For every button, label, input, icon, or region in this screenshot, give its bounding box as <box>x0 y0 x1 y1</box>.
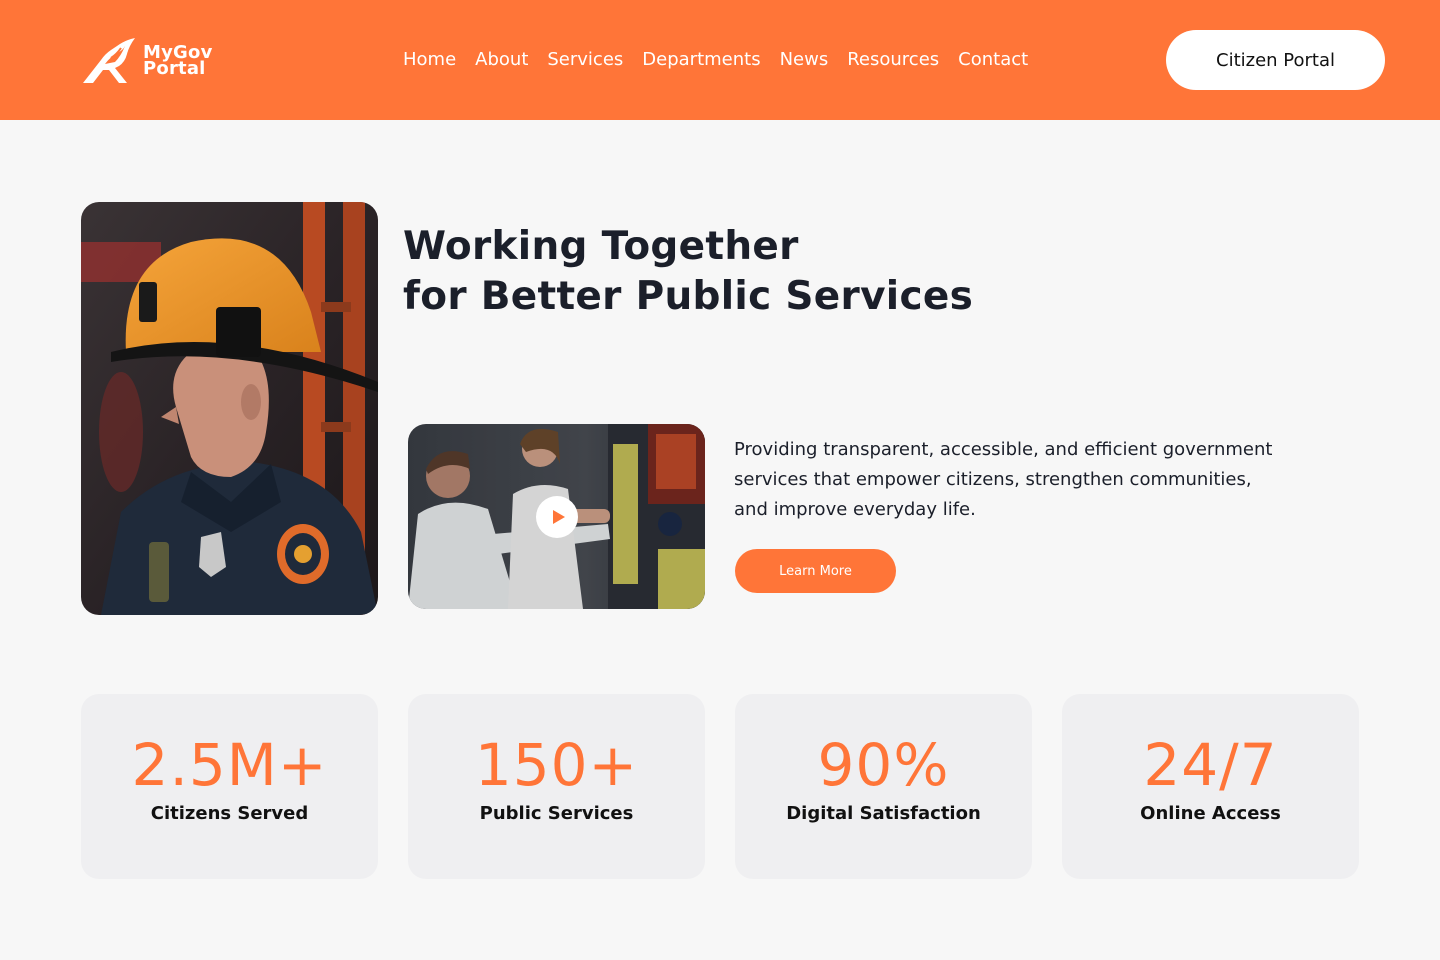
firefighter-illustration <box>81 202 378 615</box>
brand-name: MyGov Portal <box>143 44 213 79</box>
intro-video-card[interactable] <box>408 424 705 609</box>
stat-value: 24/7 <box>1143 731 1278 799</box>
stat-label: Public Services <box>479 803 634 824</box>
stat-label: Digital Satisfaction <box>786 803 981 824</box>
nav-item-resources[interactable]: Resources <box>847 48 939 72</box>
nav-item-services[interactable]: Services <box>547 48 623 72</box>
stat-card-services: 150+ Public Services <box>408 694 705 879</box>
citizen-portal-button[interactable]: Citizen Portal <box>1166 30 1385 90</box>
brand-logo[interactable]: MyGov Portal <box>81 36 213 86</box>
main-nav: Home About Services Departments News Res… <box>403 48 1028 72</box>
bird-logo-icon <box>83 38 135 83</box>
nav-item-contact[interactable]: Contact <box>958 48 1028 72</box>
stat-card-online-access: 24/7 Online Access <box>1062 694 1359 879</box>
brand-name-line2: Portal <box>143 58 206 79</box>
play-icon <box>552 510 565 524</box>
hero-title-line2: for Better Public Services <box>403 274 974 319</box>
hero-description-line: Providing transparent, accessible, and e… <box>734 439 1273 460</box>
hero-description: Providing transparent, accessible, and e… <box>734 435 1334 525</box>
firefighter-photo <box>81 202 378 615</box>
stat-value: 150+ <box>474 731 639 799</box>
stat-card-citizens: 2.5M+ Citizens Served <box>81 694 378 879</box>
nav-item-departments[interactable]: Departments <box>642 48 760 72</box>
stat-value: 90% <box>817 731 950 799</box>
hero-title-line1: Working Together <box>403 224 799 269</box>
stat-card-satisfaction: 90% Digital Satisfaction <box>735 694 1032 879</box>
learn-more-button[interactable]: Learn More <box>735 549 896 593</box>
play-button[interactable] <box>536 496 578 538</box>
stat-label: Online Access <box>1140 803 1281 824</box>
nav-item-about[interactable]: About <box>475 48 528 72</box>
hero-title: Working Together for Better Public Servi… <box>403 222 1103 322</box>
stat-value: 2.5M+ <box>131 731 328 799</box>
hero-description-line: and improve everyday life. <box>734 499 976 520</box>
hero-description-line: services that empower citizens, strength… <box>734 469 1252 490</box>
site-header: MyGov Portal Home About Services Departm… <box>0 0 1440 120</box>
nav-item-home[interactable]: Home <box>403 48 456 72</box>
nav-item-news[interactable]: News <box>780 48 829 72</box>
stat-label: Citizens Served <box>150 803 309 824</box>
